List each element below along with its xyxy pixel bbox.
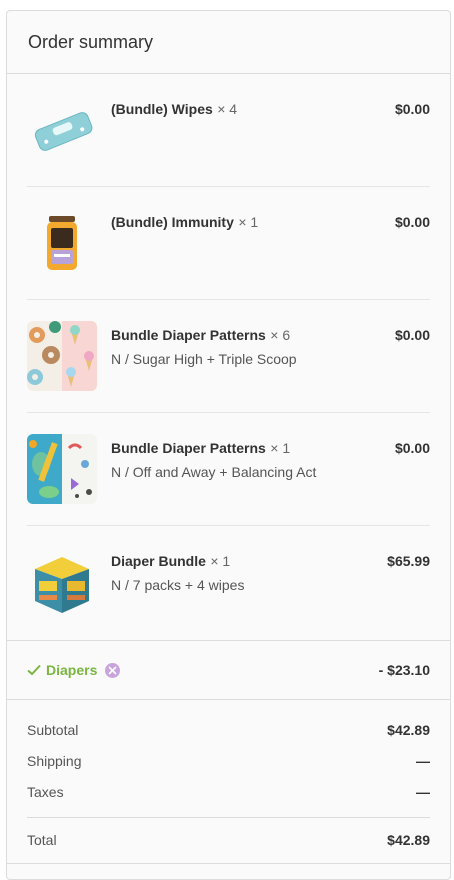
discount-code: Diapers	[46, 662, 98, 678]
immunity-jar-image	[27, 208, 97, 278]
item-name: (Bundle) Wipes	[111, 101, 213, 117]
shipping-row: Shipping —	[27, 745, 430, 776]
item-name: Bundle Diaper Patterns	[111, 440, 266, 456]
subtotal-row: Subtotal $42.89	[27, 714, 430, 745]
page-title: Order summary	[28, 31, 154, 52]
line-item-info: Diaper Bundle × 1 N / 7 packs + 4 wipes	[111, 553, 430, 639]
discount-tag: Diapers	[27, 662, 121, 678]
line-item-info: (Bundle) Immunity × 1	[111, 214, 430, 299]
total-row: Total $42.89	[27, 824, 430, 855]
item-quantity: × 1	[210, 553, 231, 569]
total-label: Total	[27, 831, 57, 848]
shipping-label: Shipping	[27, 752, 82, 769]
total-group: Total $42.89	[27, 818, 430, 863]
totals-section: Subtotal $42.89 Shipping — Taxes — Total…	[7, 700, 450, 863]
item-name: Bundle Diaper Patterns	[111, 327, 266, 343]
taxes-value: —	[416, 783, 430, 800]
item-price: $0.00	[394, 101, 430, 117]
item-name: Diaper Bundle	[111, 553, 206, 569]
taxes-label: Taxes	[27, 783, 64, 800]
discount-amount: - $23.10	[378, 662, 430, 678]
line-item-info: (Bundle) Wipes × 4	[111, 101, 430, 186]
line-item-info: Bundle Diaper Patterns × 1 N / Off and A…	[111, 440, 430, 525]
item-price: $0.00	[394, 214, 430, 230]
item-price: $0.00	[394, 440, 430, 456]
subtotal-label: Subtotal	[27, 721, 79, 738]
item-variant: N / Off and Away + Balancing Act	[111, 464, 317, 480]
line-item-info: Bundle Diaper Patterns × 6 N / Sugar Hig…	[111, 327, 430, 412]
divider	[7, 863, 450, 864]
remove-discount-icon[interactable]	[105, 662, 121, 678]
taxes-row: Taxes —	[27, 776, 430, 807]
shipping-value: —	[416, 752, 430, 769]
wipes-image	[27, 95, 97, 165]
order-summary-card: Order summary (Bundle) Wipes × 4 $0.00 (…	[6, 10, 451, 880]
order-summary-header: Order summary	[7, 11, 450, 74]
item-quantity: × 4	[217, 101, 238, 117]
item-quantity: × 6	[270, 327, 291, 343]
diaper-box-image	[27, 547, 97, 617]
subtotals-group: Subtotal $42.89 Shipping — Taxes —	[27, 700, 430, 818]
item-price: $65.99	[387, 553, 430, 569]
item-quantity: × 1	[270, 440, 291, 456]
line-item: Bundle Diaper Patterns × 6 N / Sugar Hig…	[27, 300, 430, 413]
diaper-pattern-image	[27, 434, 97, 504]
subtotal-value: $42.89	[387, 721, 430, 738]
total-value: $42.89	[387, 831, 430, 848]
item-price: $0.00	[394, 327, 430, 343]
item-variant: N / 7 packs + 4 wipes	[111, 577, 245, 593]
diaper-pattern-image	[27, 321, 97, 391]
line-items-list: (Bundle) Wipes × 4 $0.00 (Bundle) Immuni…	[7, 74, 450, 639]
line-item: (Bundle) Immunity × 1 $0.00	[27, 187, 430, 300]
line-item: Bundle Diaper Patterns × 1 N / Off and A…	[27, 413, 430, 526]
line-item: (Bundle) Wipes × 4 $0.00	[27, 74, 430, 187]
item-quantity: × 1	[238, 214, 259, 230]
check-icon	[27, 664, 41, 676]
item-variant: N / Sugar High + Triple Scoop	[111, 351, 297, 367]
discount-row: Diapers - $23.10	[7, 640, 450, 700]
item-name: (Bundle) Immunity	[111, 214, 234, 230]
line-item: Diaper Bundle × 1 N / 7 packs + 4 wipes …	[27, 526, 430, 639]
